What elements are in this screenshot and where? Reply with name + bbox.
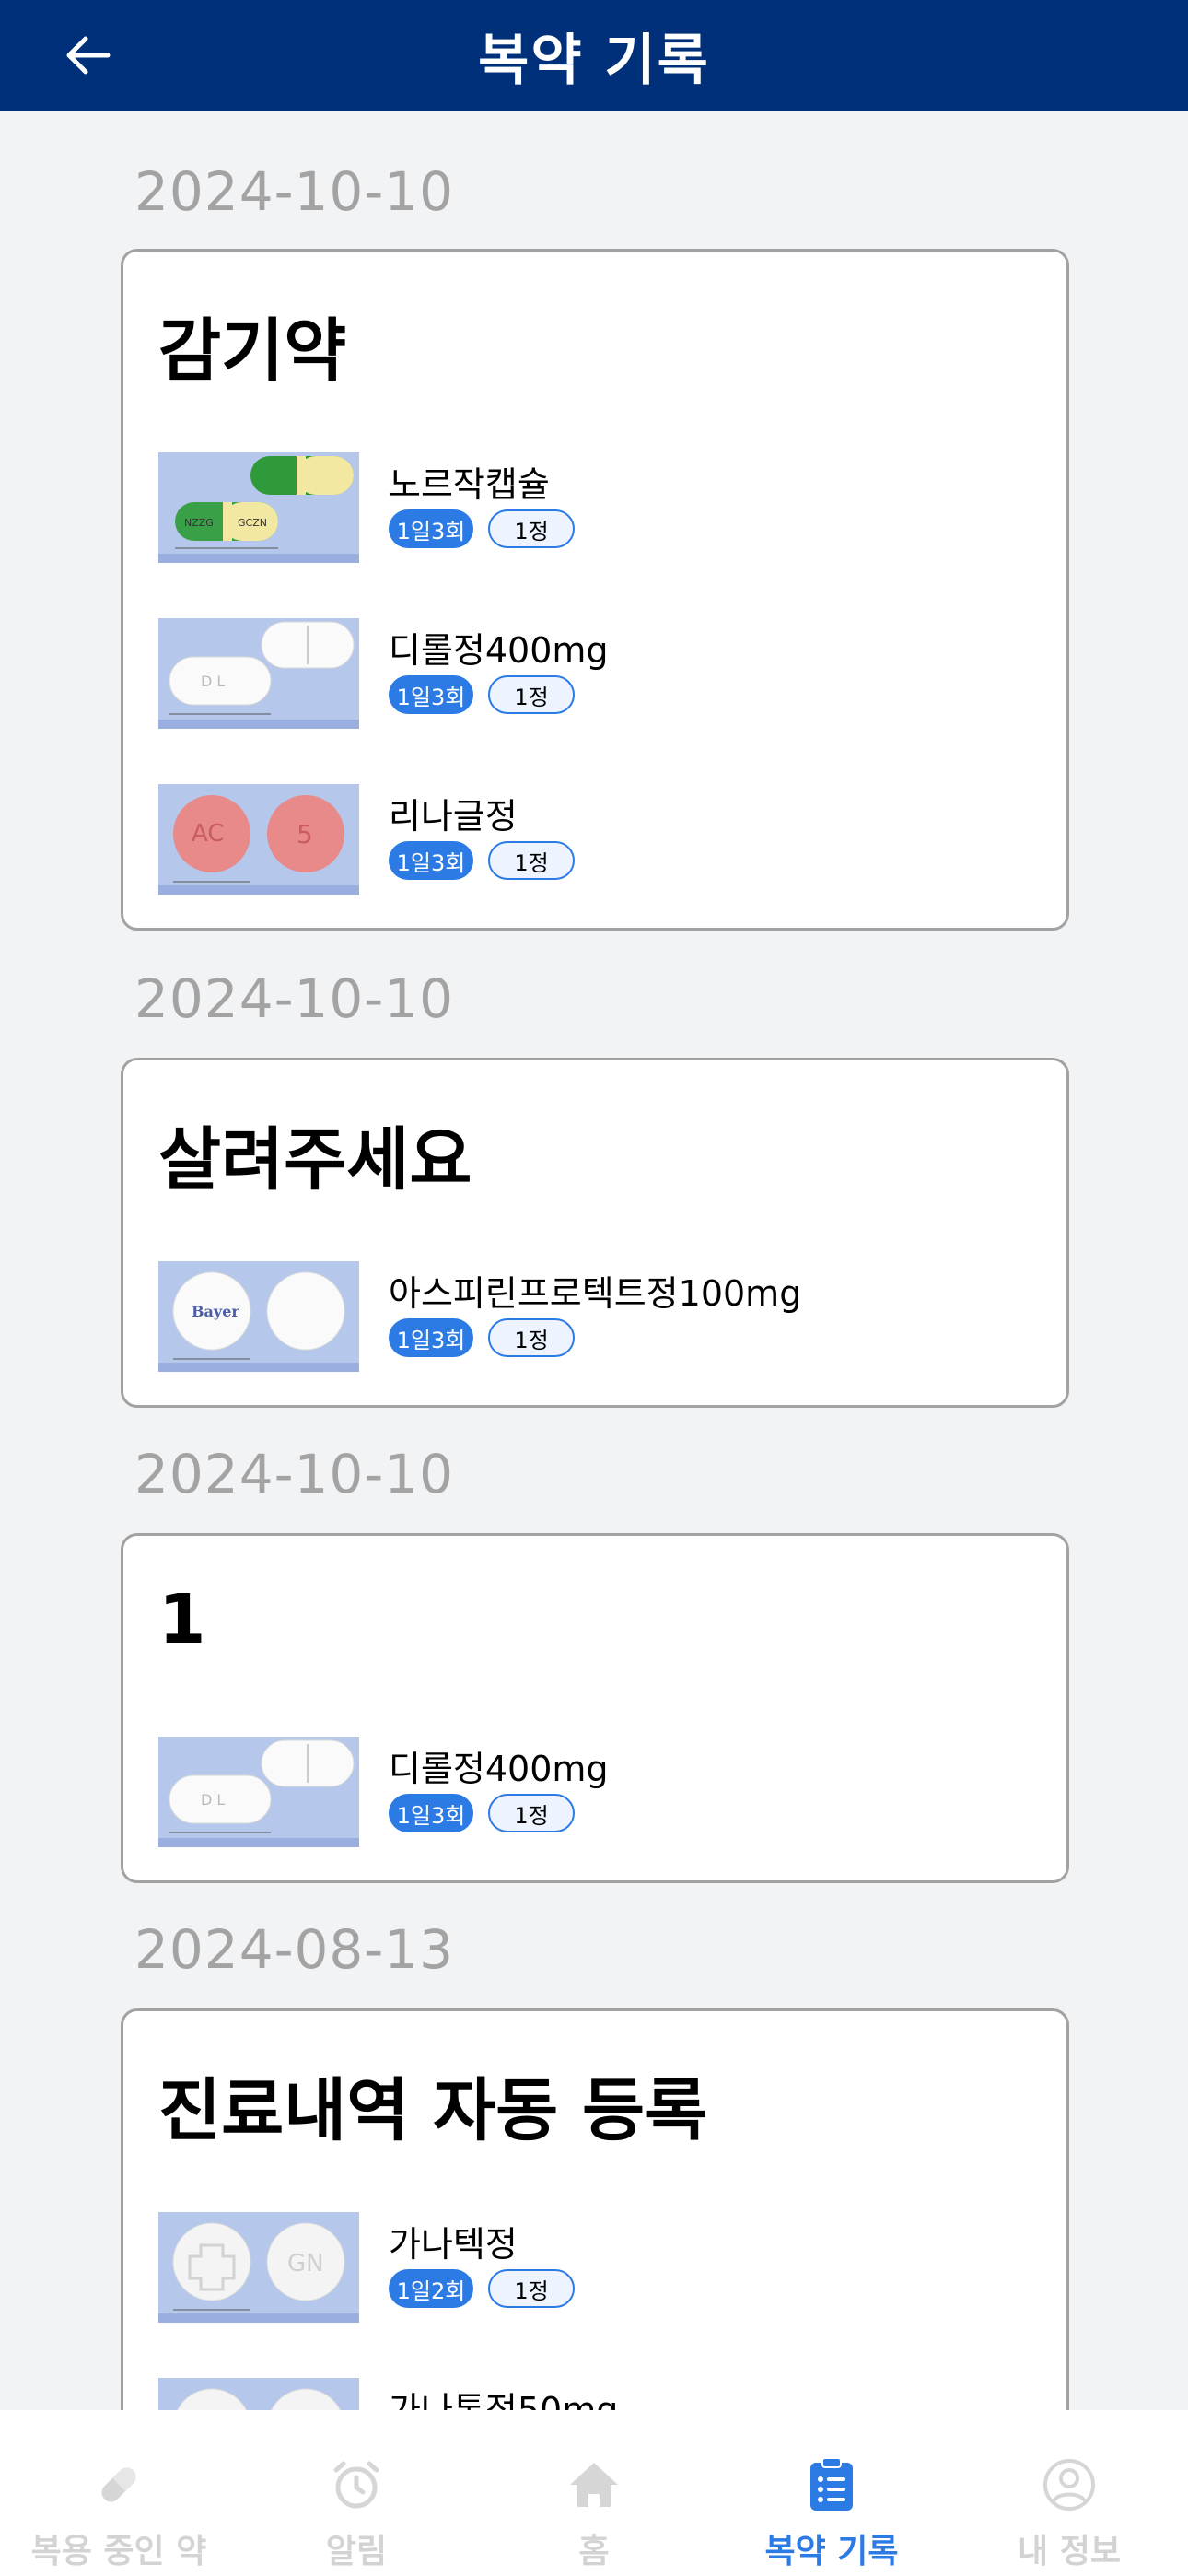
- svg-text:AC: AC: [192, 820, 224, 848]
- pill-image: AC 5: [158, 784, 359, 895]
- dose-badge: 1정: [488, 1318, 575, 1357]
- svg-text:GN: GN: [287, 2250, 324, 2277]
- medication-item[interactable]: GN 가나텍정 1일2회 1정: [158, 2212, 1033, 2323]
- frequency-badge: 1일3회: [389, 509, 473, 548]
- medication-name: 가나톤정50mg: [389, 2390, 619, 2410]
- header-bar: 복약 기록: [0, 0, 1188, 111]
- frequency-badge: 1일2회: [389, 2269, 473, 2308]
- nav-label: 알림: [325, 2533, 388, 2570]
- nav-label: 복약 기록: [764, 2533, 899, 2570]
- frequency-badge: 1일3회: [389, 841, 473, 880]
- pill-image: D L: [158, 618, 359, 729]
- record-title: 1: [158, 1580, 206, 1659]
- frequency-badge: 1일3회: [389, 1794, 473, 1832]
- record-title: 감기약: [158, 311, 347, 391]
- dose-badge: 1정: [488, 509, 575, 548]
- record-date: 2024-10-10: [134, 967, 455, 1030]
- svg-text:5: 5: [297, 819, 313, 849]
- dose-badge: 1정: [488, 675, 575, 714]
- nav-label: 내 정보: [1018, 2533, 1121, 2570]
- clipboard-list-icon: [803, 2456, 860, 2513]
- record-date: 2024-08-13: [134, 1918, 455, 1981]
- record-title: 진료내역 자동 등록: [158, 2071, 708, 2150]
- user-circle-icon: [1041, 2456, 1098, 2513]
- svg-text:NZZG: NZZG: [184, 517, 214, 529]
- pill-image: GN: [158, 2212, 359, 2323]
- record-card[interactable]: 살려주세요 Bayer 아스피린프로텍트정100mg 1일3회 1정: [121, 1058, 1069, 1408]
- svg-text:GCZN: GCZN: [238, 517, 267, 529]
- pill-image: D L: [158, 1737, 359, 1847]
- record-list[interactable]: 2024-10-10 감기약 NZZG GCZN 노르작캡슐 1일3회 1정 D…: [0, 111, 1188, 2410]
- medication-item[interactable]: AC 5 리나글정 1일3회 1정: [158, 784, 1033, 895]
- record-card[interactable]: 1 D L 디롤정400mg 1일3회 1정: [121, 1533, 1069, 1883]
- frequency-badge: 1일3회: [389, 675, 473, 714]
- record-card[interactable]: 진료내역 자동 등록 GN 가나텍정 1일2회 1정 가나톤정50mg: [121, 2008, 1069, 2410]
- dose-badge: 1정: [488, 2269, 575, 2308]
- app-screen: 복약 기록 2024-10-10 감기약 NZZG GCZN 노르작캡슐 1일3…: [0, 0, 1188, 2576]
- pill-image: NZZG GCZN: [158, 452, 359, 563]
- pill-image: Bayer: [158, 1261, 359, 1372]
- medication-item[interactable]: Bayer 아스피린프로텍트정100mg 1일3회 1정: [158, 1261, 1033, 1372]
- nav-item-profile[interactable]: 내 정보: [950, 2410, 1188, 2576]
- medication-name: 리나글정: [389, 796, 518, 837]
- medication-item[interactable]: D L 디롤정400mg 1일3회 1정: [158, 1737, 1033, 1847]
- medication-item[interactable]: D L 디롤정400mg 1일3회 1정: [158, 618, 1033, 729]
- frequency-badge: 1일3회: [389, 1318, 473, 1357]
- home-icon: [565, 2456, 623, 2513]
- page-title: 복약 기록: [478, 28, 710, 93]
- dose-badge: 1정: [488, 841, 575, 880]
- nav-label: 복용 중인 약: [30, 2533, 207, 2570]
- nav-item-alarm[interactable]: 알림: [238, 2410, 475, 2576]
- alarm-clock-icon: [328, 2456, 385, 2513]
- medication-name: 아스피린프로텍트정100mg: [389, 1273, 802, 1314]
- record-card[interactable]: 감기약 NZZG GCZN 노르작캡슐 1일3회 1정 D L 디롤정400mg…: [121, 249, 1069, 931]
- svg-text:D L: D L: [201, 673, 225, 690]
- arrow-left-icon: [66, 36, 111, 75]
- nav-item-medications[interactable]: 복용 중인 약: [0, 2410, 238, 2576]
- record-date: 2024-10-10: [134, 1443, 455, 1505]
- nav-item-home[interactable]: 홈: [475, 2410, 713, 2576]
- svg-text:D L: D L: [201, 1791, 225, 1809]
- record-date: 2024-10-10: [134, 160, 455, 223]
- svg-text:Bayer: Bayer: [192, 1303, 239, 1320]
- dose-badge: 1정: [488, 1794, 575, 1832]
- medication-name: 디롤정400mg: [389, 630, 609, 671]
- nav-item-records[interactable]: 복약 기록: [713, 2410, 950, 2576]
- pill-icon: [90, 2456, 147, 2513]
- record-title: 살려주세요: [158, 1120, 472, 1200]
- medication-name: 디롤정400mg: [389, 1749, 609, 1789]
- medication-item[interactable]: 가나톤정50mg: [158, 2378, 1033, 2410]
- bottom-nav: 복용 중인 약 알림 홈 복약 기록 내 정보: [0, 2410, 1188, 2576]
- back-button[interactable]: [52, 18, 125, 92]
- pill-image: [158, 2378, 359, 2410]
- medication-name: 노르작캡슐: [389, 464, 550, 505]
- medication-item[interactable]: NZZG GCZN 노르작캡슐 1일3회 1정: [158, 452, 1033, 563]
- medication-name: 가나텍정: [389, 2224, 518, 2265]
- nav-label: 홈: [578, 2533, 610, 2570]
